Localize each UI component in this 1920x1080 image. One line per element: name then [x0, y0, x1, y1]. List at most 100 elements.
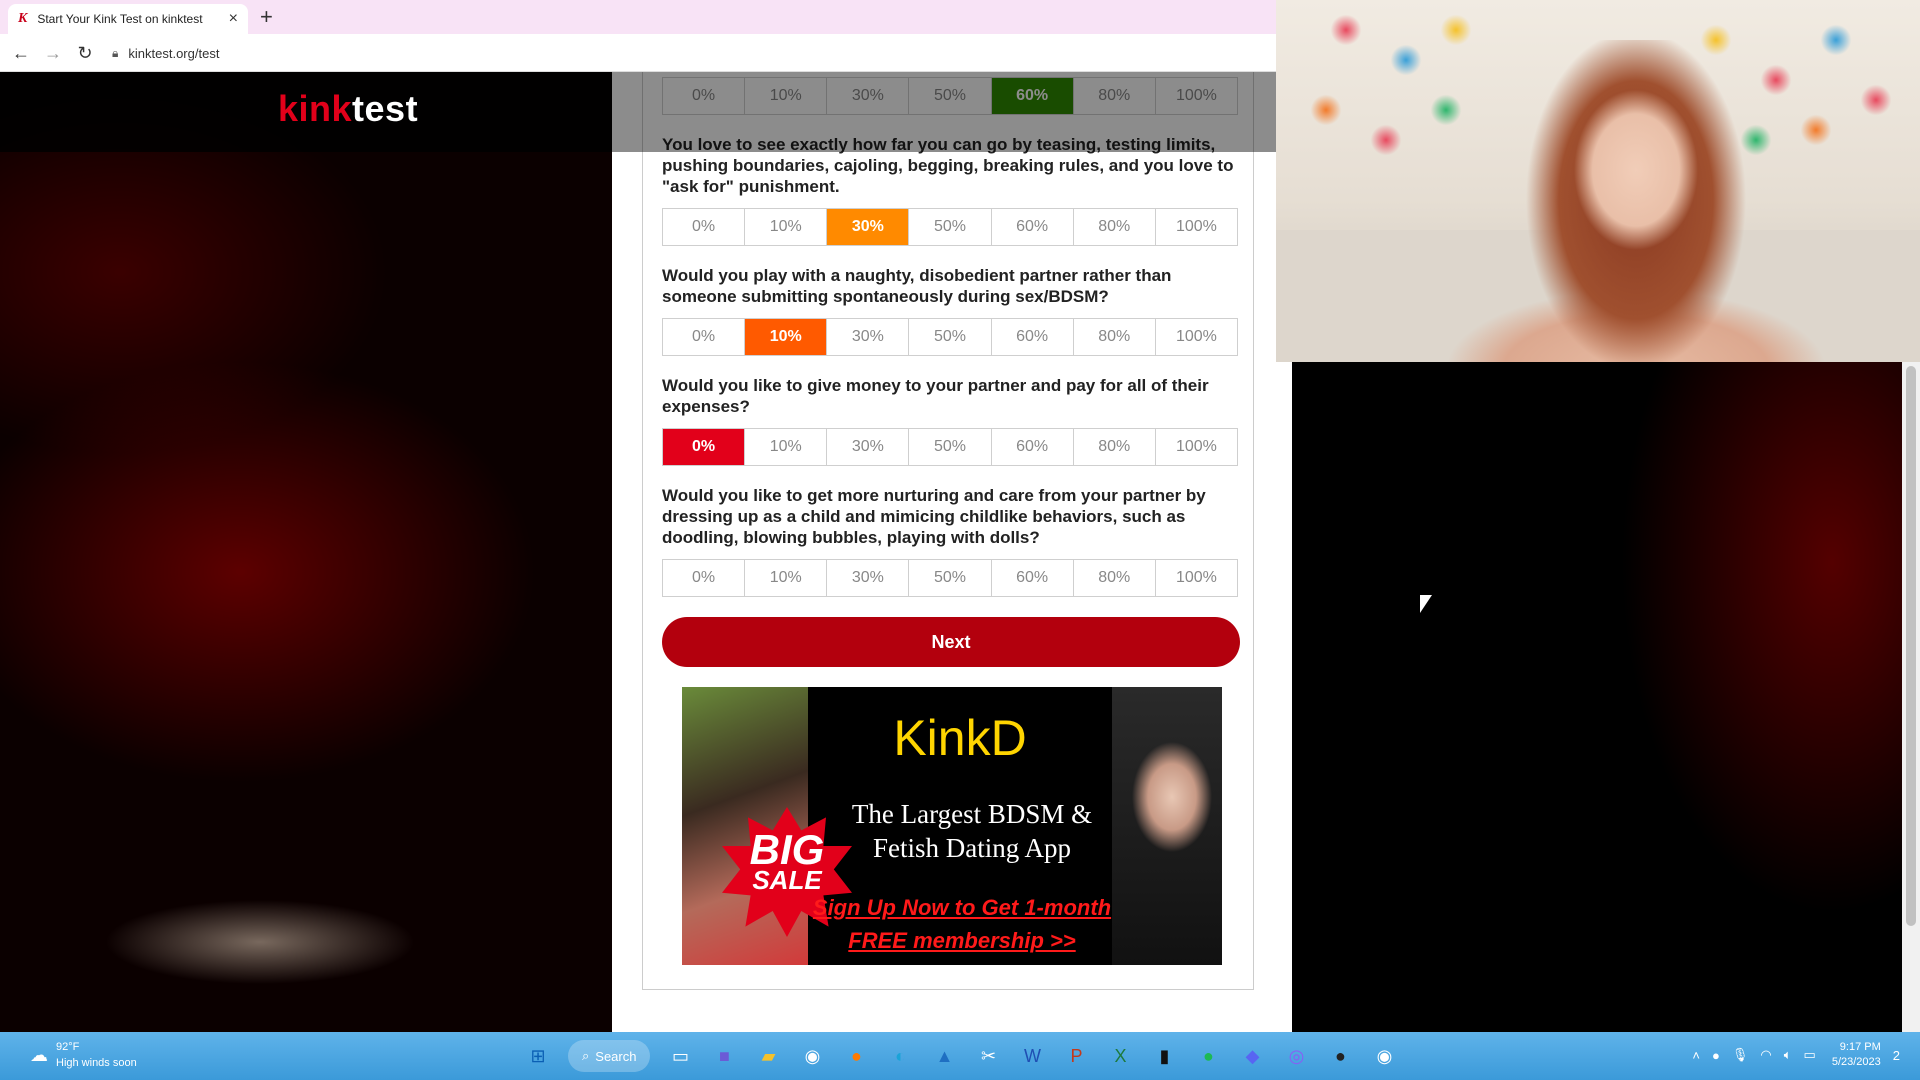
excel-icon[interactable]: X: [1104, 1040, 1136, 1072]
weather-widget[interactable]: ☁ 92°F High winds soon: [30, 1039, 137, 1071]
answer-option[interactable]: 80%: [1074, 319, 1156, 355]
answer-scale[interactable]: 0% 10% 30% 50% 60% 80% 100%: [662, 318, 1238, 356]
answer-option[interactable]: 10%: [745, 429, 828, 465]
answer-scale[interactable]: 0% 10% 30% 50% 60% 80% 100%: [662, 208, 1238, 246]
snipping-tool-icon[interactable]: ✂: [972, 1040, 1004, 1072]
battery-icon[interactable]: ▭: [1804, 1047, 1816, 1063]
volume-icon[interactable]: 🔈︎: [1784, 1047, 1792, 1063]
discord-icon[interactable]: ◆: [1236, 1040, 1268, 1072]
answer-option[interactable]: 50%: [909, 319, 992, 355]
obs-icon[interactable]: ◎: [1280, 1040, 1312, 1072]
taskbar-search[interactable]: ⌕ Search: [568, 1040, 651, 1072]
answer-option[interactable]: 80%: [1074, 429, 1156, 465]
page-background-right: [1292, 362, 1902, 1032]
microphone-icon[interactable]: 🎙︎: [1732, 1047, 1749, 1063]
answer-option[interactable]: 80%: [1074, 560, 1156, 596]
edge-icon[interactable]: ◐: [884, 1040, 916, 1072]
photos-icon[interactable]: ▲: [928, 1040, 960, 1072]
firefox-icon[interactable]: ●: [840, 1040, 872, 1072]
site-header: kinktest: [0, 72, 612, 152]
tray-chevron-up-icon[interactable]: ˄: [1692, 1048, 1700, 1063]
next-button[interactable]: Next: [662, 617, 1240, 667]
notification-count[interactable]: 2: [1893, 1048, 1900, 1063]
answer-option[interactable]: 30%: [827, 560, 910, 596]
weather-text: High winds soon: [56, 1057, 137, 1069]
answer-option[interactable]: 0%: [663, 429, 746, 465]
scrollbar-thumb[interactable]: [1906, 366, 1916, 926]
file-explorer-icon[interactable]: ▰: [752, 1040, 784, 1072]
answer-option[interactable]: 60%: [992, 429, 1074, 465]
new-tab-icon[interactable]: +: [260, 5, 273, 29]
site-logo[interactable]: kinktest: [278, 88, 418, 130]
word-icon[interactable]: W: [1016, 1040, 1048, 1072]
answer-option[interactable]: 60%: [992, 209, 1074, 245]
browser-toolbar: ← → ↻ 🔒︎ kinktest.org/test: [0, 34, 1276, 72]
start-windows-icon[interactable]: ⊞: [522, 1040, 554, 1072]
ad-tagline: The Largest BDSM & Fetish Dating App: [851, 799, 1093, 863]
clock[interactable]: 9:17 PM 5/23/2023: [1832, 1040, 1881, 1070]
answer-option[interactable]: 50%: [909, 560, 992, 596]
forward-arrow-icon[interactable]: →: [40, 40, 66, 66]
windows-taskbar: ☁ 92°F High winds soon ⊞ ⌕ Search ▭ ■ ▰ …: [0, 1032, 1920, 1080]
search-icon: ⌕: [582, 1048, 590, 1063]
answer-option[interactable]: 30%: [827, 319, 910, 355]
teams-chat-icon[interactable]: ■: [708, 1040, 740, 1072]
answer-option[interactable]: 0%: [663, 209, 746, 245]
kinkd-ad-banner[interactable]: BIG SALE KinkD The Largest BDSM & Fetish…: [682, 687, 1222, 965]
chrome-icon[interactable]: ◉: [796, 1040, 828, 1072]
wifi-icon[interactable]: ◠: [1760, 1047, 1771, 1063]
answer-option[interactable]: 60%: [992, 560, 1074, 596]
ad-photo-right: [1112, 687, 1222, 965]
page-scrollbar[interactable]: [1902, 362, 1920, 1032]
answer-option[interactable]: 60%: [992, 319, 1074, 355]
logo-test: test: [352, 88, 419, 129]
answer-option[interactable]: 100%: [1156, 319, 1237, 355]
answer-option[interactable]: 100%: [1156, 560, 1237, 596]
answer-option[interactable]: 30%: [827, 429, 910, 465]
system-tray: ˄ ● 🎙︎ ◠ 🔈︎ ▭ 9:17 PM 5/23/2023 2: [1680, 1040, 1900, 1070]
logo-kink: kink: [278, 88, 353, 129]
answer-option[interactable]: 50%: [909, 209, 992, 245]
answer-option[interactable]: 0%: [663, 560, 746, 596]
answer-option[interactable]: 10%: [745, 560, 828, 596]
answer-option[interactable]: 0%: [663, 319, 746, 355]
browser-tab[interactable]: K Start Your Kink Test on kinktest ×: [8, 4, 248, 34]
mouse-cursor-icon: [1420, 595, 1432, 613]
taskbar-apps: ⊞ ⌕ Search ▭ ■ ▰ ◉ ● ◐ ▲ ✂ W P X ▮ ● ◆ ◎…: [516, 1040, 1406, 1072]
weather-temp: 92°F: [56, 1041, 80, 1053]
reload-icon[interactable]: ↻: [72, 40, 98, 66]
answer-option[interactable]: 100%: [1156, 429, 1237, 465]
site-favicon-icon: K: [18, 11, 28, 26]
answer-scale[interactable]: 0% 10% 30% 50% 60% 80% 100%: [662, 559, 1238, 597]
browser-tab-bar: K Start Your Kink Test on kinktest × +: [0, 0, 1276, 34]
question-text: Would you like to give money to your par…: [662, 376, 1209, 416]
webcam-overlay: [1276, 0, 1920, 362]
streamlabs-icon[interactable]: ●: [1324, 1040, 1356, 1072]
tray-app-icon[interactable]: ●: [1712, 1048, 1720, 1063]
answer-option[interactable]: 100%: [1156, 209, 1237, 245]
back-arrow-icon[interactable]: ←: [8, 40, 34, 66]
streamer-figure: [1526, 40, 1746, 362]
ad-signup-link[interactable]: Sign Up Now to Get 1-month FREE membersh…: [812, 891, 1112, 957]
answer-option[interactable]: 50%: [909, 429, 992, 465]
answer-option[interactable]: 30%: [827, 209, 910, 245]
test-content: 0% 10% 30% 50% 60% 80% 100% You love to see ex…: [612, 72, 1292, 1032]
chrome-profile-icon[interactable]: ◉: [1368, 1040, 1400, 1072]
task-view-icon[interactable]: ▭: [664, 1040, 696, 1072]
powerpoint-icon[interactable]: P: [1060, 1040, 1092, 1072]
answer-option[interactable]: 80%: [1074, 209, 1156, 245]
answer-option[interactable]: 10%: [745, 209, 828, 245]
tab-title: Start Your Kink Test on kinktest: [37, 12, 203, 26]
ad-brand: KinkD: [893, 710, 1027, 766]
url-text: kinktest.org/test: [128, 45, 220, 61]
address-bar[interactable]: 🔒︎ kinktest.org/test: [112, 40, 1262, 66]
page-background-left: kinktest: [0, 72, 612, 1032]
close-tab-icon[interactable]: ×: [229, 10, 238, 28]
sticky-notes-icon[interactable]: ▮: [1148, 1040, 1180, 1072]
header-overlay: [612, 72, 1276, 152]
lock-icon: 🔒︎: [112, 45, 119, 60]
spotify-icon[interactable]: ●: [1192, 1040, 1224, 1072]
weather-cloud-icon: ☁: [30, 1045, 48, 1065]
answer-option[interactable]: 10%: [745, 319, 828, 355]
answer-scale[interactable]: 0% 10% 30% 50% 60% 80% 100%: [662, 428, 1238, 466]
